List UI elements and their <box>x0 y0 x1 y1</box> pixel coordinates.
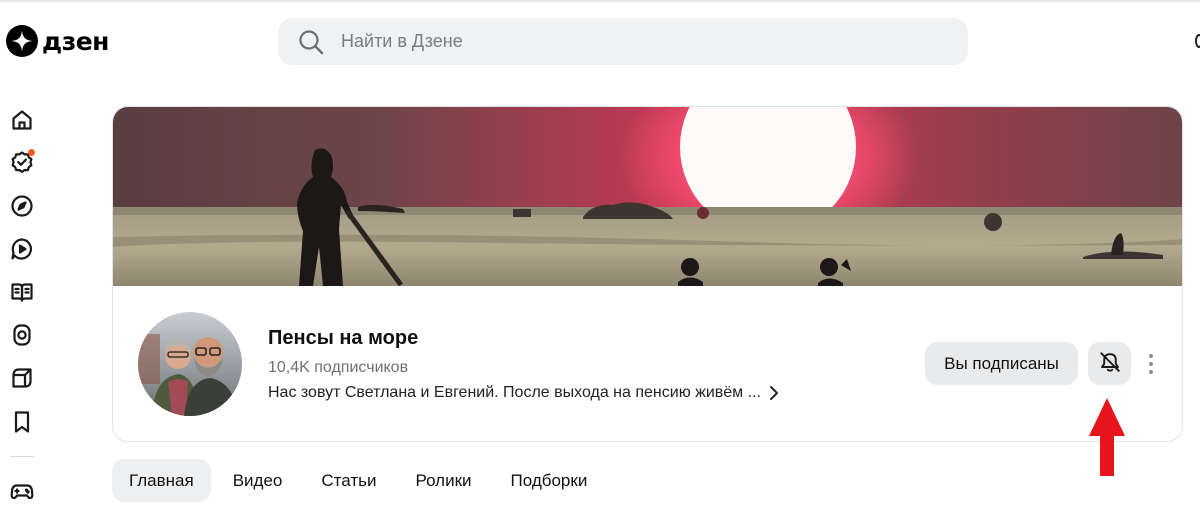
channel-card: Пенсы на море 10,4K подписчиков Нас зову… <box>112 106 1183 442</box>
shorts-icon[interactable] <box>8 321 36 349</box>
subscribed-button[interactable]: Вы подписаны <box>925 342 1078 385</box>
tab-main[interactable]: Главная <box>112 459 211 502</box>
top-border <box>0 0 1200 2</box>
channel-avatar[interactable] <box>138 312 242 416</box>
sidebar-divider <box>10 456 34 457</box>
search-icon <box>298 29 324 55</box>
channel-banner-image <box>113 107 1182 286</box>
dzen-logo[interactable]: дзен <box>6 25 109 57</box>
more-vertical-icon-dot <box>1149 354 1153 358</box>
home-icon[interactable] <box>8 106 36 134</box>
articles-book-icon[interactable] <box>8 278 36 306</box>
search-input[interactable] <box>341 31 901 52</box>
more-options-button[interactable] <box>1143 347 1159 381</box>
tab-shorts[interactable]: Ролики <box>398 459 488 502</box>
bell-off-icon <box>1098 350 1122 377</box>
channel-name[interactable]: Пенсы на море <box>268 327 418 350</box>
gamepad-icon[interactable] <box>8 477 36 505</box>
logo-text: дзен <box>42 26 109 56</box>
compass-icon[interactable] <box>8 192 36 220</box>
channel-description-row[interactable]: Нас зовут Светлана и Евгений. После выхо… <box>268 384 779 402</box>
cube-icon[interactable] <box>8 364 36 392</box>
notification-bell-button[interactable] <box>1088 342 1131 385</box>
notification-dot <box>28 149 35 156</box>
annotation-arrow-up <box>1088 396 1126 478</box>
more-vertical-icon-dot <box>1149 362 1153 366</box>
more-vertical-icon-dot <box>1149 370 1153 374</box>
tab-collections[interactable]: Подборки <box>494 459 605 502</box>
dzen-star-icon <box>6 25 38 57</box>
search-bar[interactable] <box>278 18 968 65</box>
channel-tabs: Главная Видео Статьи Ролики Подборки <box>112 459 604 502</box>
tab-video[interactable]: Видео <box>216 459 300 502</box>
subscriber-count: 10,4K подписчиков <box>268 359 409 376</box>
tab-articles[interactable]: Статьи <box>304 459 393 502</box>
bookmark-icon[interactable] <box>8 408 36 436</box>
video-icon[interactable] <box>8 235 36 263</box>
subscriptions-icon[interactable] <box>8 148 36 176</box>
user-menu-icon[interactable] <box>1195 34 1200 48</box>
channel-description: Нас зовут Светлана и Евгений. После выхо… <box>268 384 761 401</box>
chevron-right-icon <box>769 385 779 401</box>
